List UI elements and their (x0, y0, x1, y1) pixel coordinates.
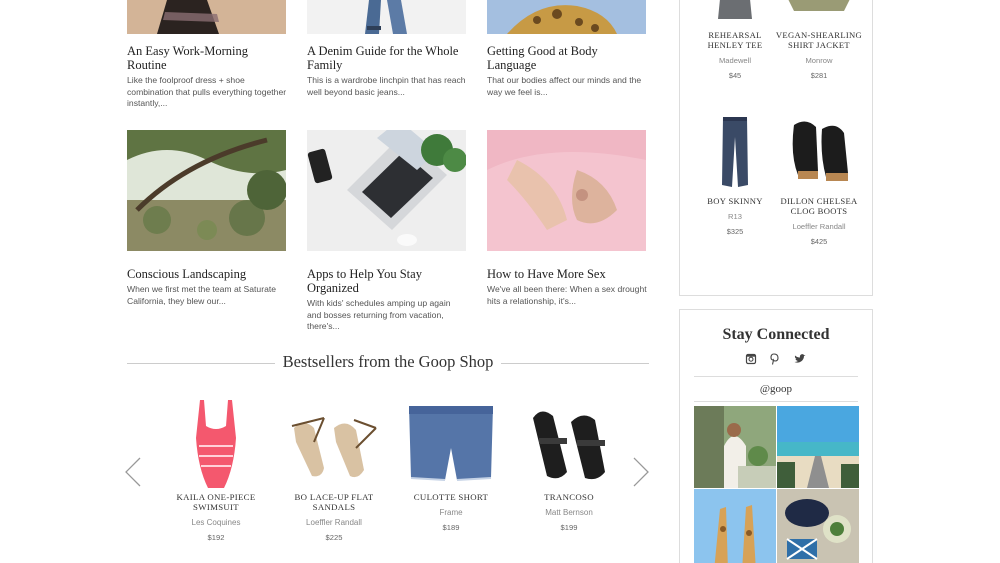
article-title[interactable]: An Easy Work-Morning Routine (127, 44, 287, 72)
article-title[interactable]: Conscious Landscaping (127, 267, 287, 281)
product-image[interactable] (519, 398, 619, 488)
product-brand: Matt Bernson (545, 508, 593, 517)
product-card[interactable]: CULOTTE SHORT Frame $189 (401, 398, 501, 532)
instagram-link[interactable] (744, 352, 758, 366)
sidebar-shop-box: REHEARSAL HENLEY TEE Madewell $45 VEGAN-… (679, 0, 873, 296)
chevron-left-icon (125, 457, 141, 487)
article-card[interactable]: Apps to Help You Stay Organized With kid… (307, 130, 467, 333)
article-image[interactable] (487, 0, 646, 34)
product-price: $45 (728, 71, 742, 80)
sidebar-product[interactable]: VEGAN-SHEARLING SHIRT JACKET Monrow $281 (774, 0, 864, 80)
stay-connected-title: Stay Connected (722, 326, 830, 343)
product-brand: Monrow (805, 56, 833, 65)
pinterest-link[interactable] (767, 352, 781, 366)
stay-connected-box: Stay Connected @goop (679, 309, 873, 563)
product-image[interactable] (774, 115, 864, 191)
product-image[interactable] (690, 0, 780, 25)
article-excerpt: When we first met the team at Saturate C… (127, 284, 277, 306)
instagram-icon (745, 353, 757, 365)
sidebar-product[interactable]: BOY SKINNY R13 $325 (690, 115, 780, 236)
article-excerpt: This is a wardrobe linchpin that has rea… (307, 75, 466, 97)
product-brand: Loeffler Randall (792, 222, 846, 231)
article-image[interactable] (127, 130, 286, 251)
product-brand: Madewell (718, 56, 752, 65)
product-brand: Les Coquines (191, 518, 241, 527)
product-name[interactable]: TRANCOSO (519, 492, 619, 502)
instagram-handle-link[interactable]: @goop (694, 376, 858, 402)
instagram-photo[interactable] (777, 406, 859, 488)
article-card[interactable]: How to Have More Sex We've all been ther… (487, 130, 647, 307)
article-excerpt: With kids' schedules amping up again and… (307, 298, 451, 331)
article-excerpt: Like the foolproof dress + shoe combinat… (127, 75, 287, 108)
product-name[interactable]: KAILA ONE-PIECE SWIMSUIT (166, 492, 266, 512)
product-name[interactable]: DILLON CHELSEA CLOG BOOTS (774, 196, 864, 216)
product-price: $281 (810, 71, 828, 80)
bestsellers-title: Bestsellers from the Goop Shop (274, 352, 502, 371)
article-image[interactable] (487, 130, 646, 251)
chevron-right-icon (633, 457, 649, 487)
product-image[interactable] (284, 398, 384, 488)
product-price: $189 (442, 523, 460, 532)
product-name[interactable]: BO LACE-UP FLAT SANDALS (284, 492, 384, 512)
product-card[interactable]: KAILA ONE-PIECE SWIMSUIT Les Coquines $1… (166, 398, 266, 542)
article-image[interactable] (307, 130, 466, 251)
product-image[interactable] (774, 0, 864, 25)
article-card[interactable]: Conscious Landscaping When we first met … (127, 130, 287, 307)
product-brand: Loeffler Randall (306, 518, 362, 527)
article-card[interactable]: An Easy Work-Morning Routine Like the fo… (127, 0, 287, 110)
product-price: $325 (726, 227, 744, 236)
product-name[interactable]: CULOTTE SHORT (401, 492, 501, 502)
article-excerpt: That our bodies affect our minds and the… (487, 75, 642, 97)
article-title[interactable]: A Denim Guide for the Whole Family (307, 44, 467, 72)
product-image[interactable] (690, 115, 780, 191)
instagram-photo[interactable] (777, 489, 859, 563)
instagram-photo[interactable] (694, 406, 776, 488)
twitter-link[interactable] (793, 352, 807, 366)
article-title[interactable]: How to Have More Sex (487, 267, 647, 281)
product-name[interactable]: BOY SKINNY (690, 196, 780, 206)
product-image[interactable] (401, 398, 501, 488)
product-card[interactable]: TRANCOSO Matt Bernson $199 (519, 398, 619, 532)
article-image[interactable] (127, 0, 286, 34)
article-card[interactable]: Getting Good at Body Language That our b… (487, 0, 647, 98)
product-name[interactable]: REHEARSAL HENLEY TEE (690, 30, 780, 50)
product-price: $225 (325, 533, 343, 542)
carousel-prev-button[interactable] (124, 457, 142, 487)
product-price: $425 (810, 237, 828, 246)
twitter-icon (794, 354, 806, 363)
instagram-photo[interactable] (694, 489, 776, 563)
product-price: $199 (560, 523, 578, 532)
article-title[interactable]: Getting Good at Body Language (487, 44, 647, 72)
sidebar-product[interactable]: DILLON CHELSEA CLOG BOOTS Loeffler Randa… (774, 115, 864, 246)
article-title[interactable]: Apps to Help You Stay Organized (307, 267, 467, 295)
bestsellers-header: Bestsellers from the Goop Shop (127, 352, 649, 374)
article-card[interactable]: A Denim Guide for the Whole Family This … (307, 0, 467, 98)
sidebar-product[interactable]: REHEARSAL HENLEY TEE Madewell $45 (690, 0, 780, 80)
product-card[interactable]: BO LACE-UP FLAT SANDALS Loeffler Randall… (284, 398, 384, 542)
carousel-next-button[interactable] (632, 457, 650, 487)
product-brand: R13 (728, 212, 742, 221)
pinterest-icon (770, 353, 779, 365)
product-price: $192 (207, 533, 225, 542)
product-image[interactable] (166, 398, 266, 488)
article-excerpt: We've all been there: When a sex drought… (487, 284, 647, 306)
product-name[interactable]: VEGAN-SHEARLING SHIRT JACKET (774, 30, 864, 50)
product-brand: Frame (439, 508, 463, 517)
article-image[interactable] (307, 0, 466, 34)
